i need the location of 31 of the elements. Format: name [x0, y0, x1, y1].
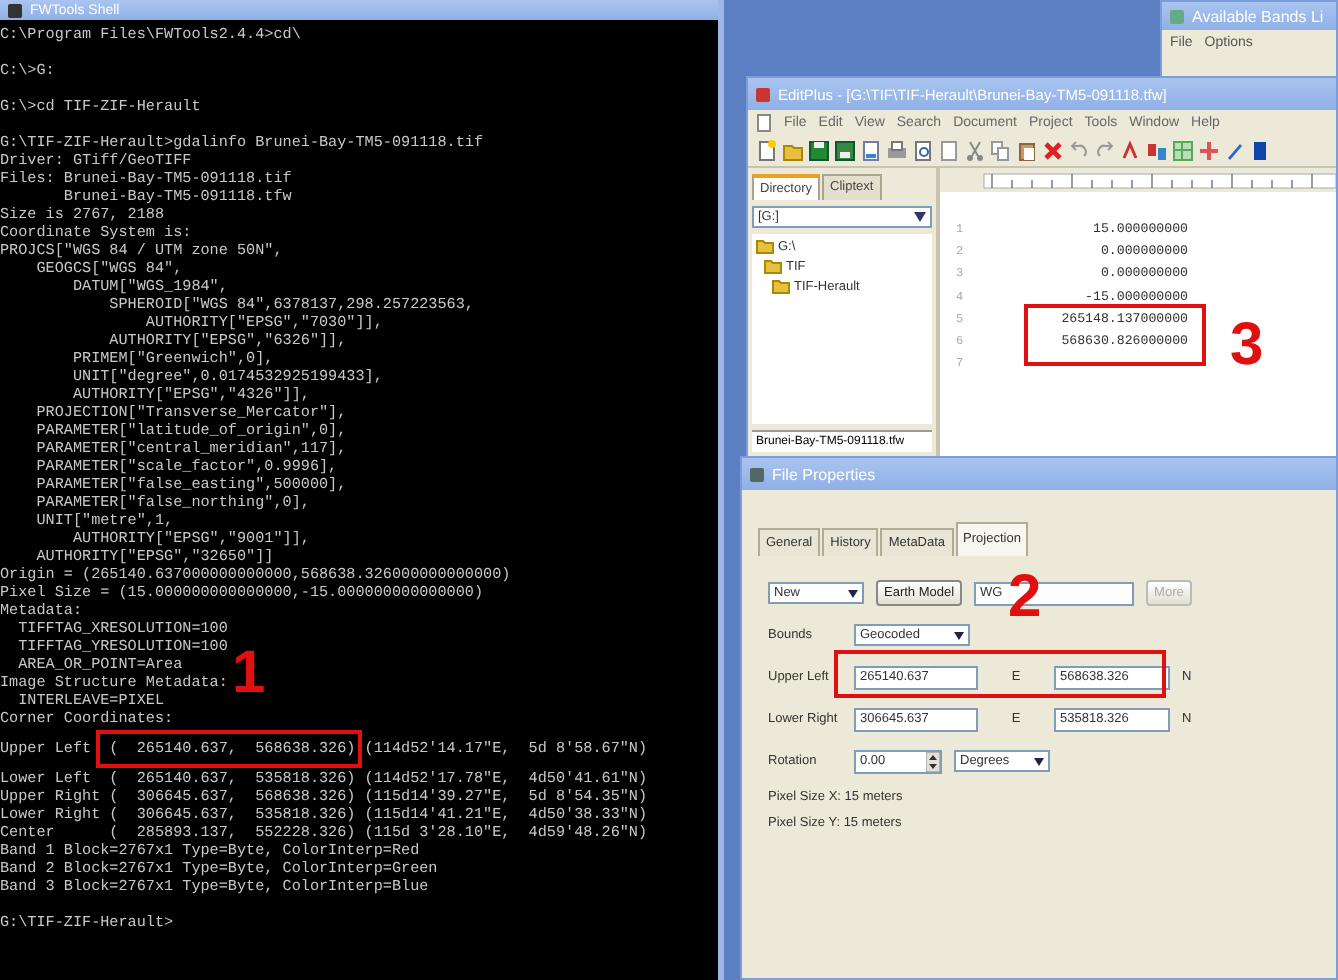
spinner-arrows-icon: [926, 751, 940, 771]
document-icon[interactable]: [860, 140, 882, 162]
plus-icon[interactable]: [1198, 140, 1220, 162]
save-icon[interactable]: [808, 140, 830, 162]
new-file-icon[interactable]: [756, 140, 778, 162]
window-icon: [748, 465, 766, 483]
replace-icon[interactable]: [1146, 140, 1168, 162]
grid-icon[interactable]: [1172, 140, 1194, 162]
preview-icon[interactable]: [912, 140, 934, 162]
window-icon: [6, 1, 24, 19]
redo-icon[interactable]: [1094, 140, 1116, 162]
cut-icon[interactable]: [964, 140, 986, 162]
callout-number: 3: [1230, 316, 1264, 376]
copy-icon[interactable]: [990, 140, 1012, 162]
print-icon[interactable]: [886, 140, 908, 162]
save-all-icon[interactable]: [834, 140, 856, 162]
delete-icon[interactable]: [1042, 140, 1064, 162]
callout-number: 1: [232, 644, 266, 704]
window-title: File Properties: [772, 465, 876, 483]
paste-icon[interactable]: [1016, 140, 1038, 162]
undo-icon[interactable]: [1068, 140, 1090, 162]
window-title: Available Bands Li: [1192, 7, 1324, 25]
dropdown-arrow-icon: [914, 212, 926, 222]
pen-icon[interactable]: [1224, 140, 1246, 162]
dropdown-arrow-icon: [848, 589, 858, 597]
document-icon: [756, 114, 772, 132]
dropdown-arrow-icon: [954, 631, 964, 639]
page-icon[interactable]: [938, 140, 960, 162]
window-icon: [1168, 7, 1186, 25]
dropdown-arrow-icon: [1034, 757, 1044, 765]
window-icon: [754, 85, 772, 103]
